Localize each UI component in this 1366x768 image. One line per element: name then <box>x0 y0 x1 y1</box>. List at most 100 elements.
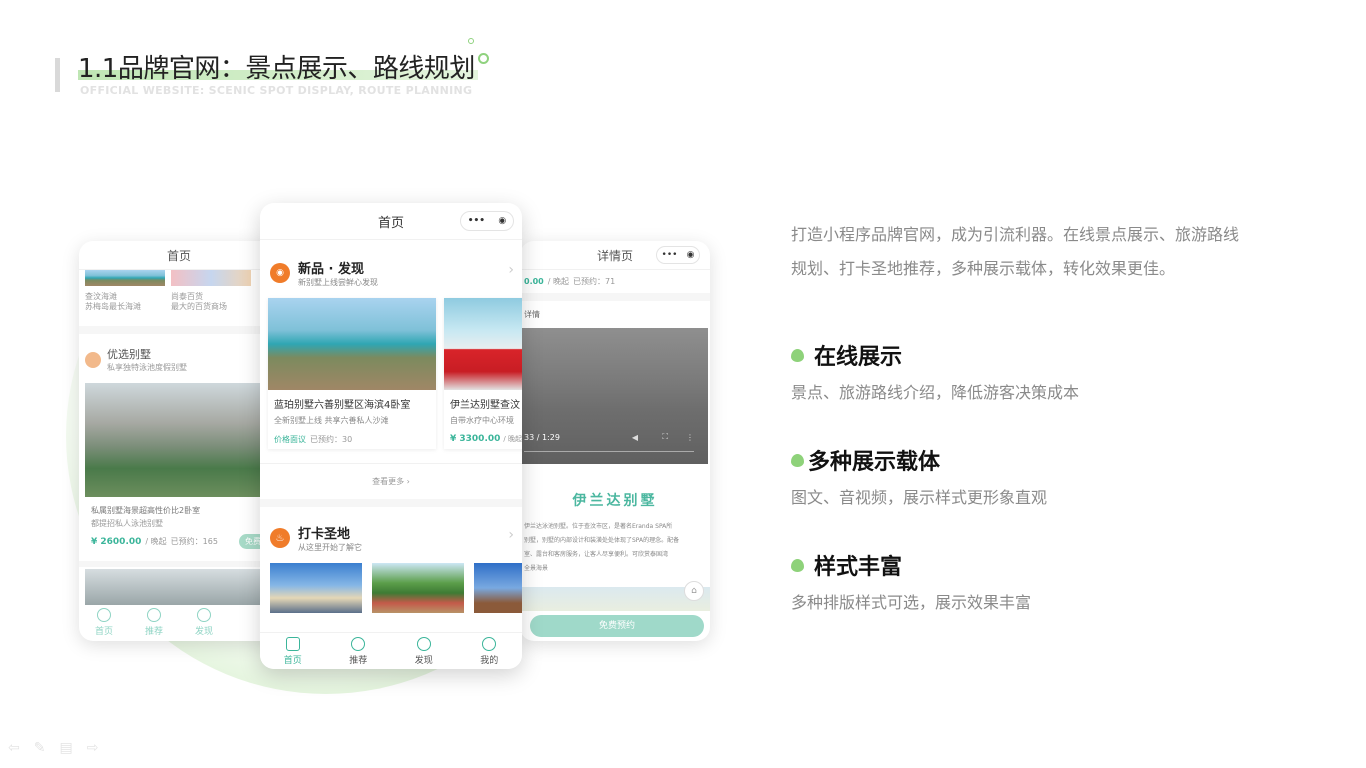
video-progress-bar[interactable] <box>524 451 694 452</box>
feature-desc: 景点、旅游路线介绍，降低游客决策成本 <box>791 383 1080 402</box>
product-card[interactable]: 伊兰达别墅查汶 自带水疗中心环境 ¥ 3300.00 / 晚起 <box>444 298 522 449</box>
phone-left-tabbar: 首页 推荐 发现 <box>79 608 229 637</box>
detail-section-label: 详情 <box>524 310 540 319</box>
tab-recommend[interactable]: 推荐 <box>145 608 163 637</box>
section-title: 新品 · 发现 <box>298 262 364 277</box>
tab-mine[interactable]: 我的 <box>480 636 498 666</box>
chevron-right-icon[interactable]: › <box>508 527 514 543</box>
feature-rich-styles: 样式丰富 多种排版样式可选，展示效果丰富 <box>791 549 1031 613</box>
tab-home[interactable]: 首页 <box>95 608 113 637</box>
phone-right-title: 详情页 <box>596 248 633 263</box>
section-subtitle: 新别墅上线尝鲜心发现 <box>298 278 378 287</box>
leaf-bullet-icon <box>791 558 804 572</box>
card-desc: 自带水疗中心环境 <box>450 416 514 425</box>
section-subtitle: 从这里开始了解它 <box>298 543 362 552</box>
compass-icon <box>146 608 161 622</box>
villa-price: ¥ 2600.00 <box>91 536 142 547</box>
phone-center-tabbar: 首页 推荐 发现 我的 <box>260 632 522 669</box>
phone-center: 首页 ••• ◉ ◉ 新品 · 发现 新别墅上线尝鲜心发现 › 蓝珀别墅六善别墅… <box>260 203 522 669</box>
spot-photo-temple[interactable] <box>474 563 522 613</box>
eye-icon: ◉ <box>270 263 290 283</box>
chevron-right-icon[interactable]: › <box>508 262 514 278</box>
card-title: 伊兰达别墅查汶 <box>450 400 520 411</box>
villa-booked: 已预约：165 <box>170 537 218 546</box>
card-title: 查汶海滩 <box>85 292 117 301</box>
spot-photo-crowd[interactable] <box>372 563 464 613</box>
villa-photo[interactable] <box>85 383 273 497</box>
desc-line: 伊兰达泳池别墅。位于查汶市区，是著名Eranda SPA所 <box>524 523 673 530</box>
tab-discover[interactable]: 发现 <box>415 636 433 666</box>
video-player[interactable]: 33 / 1:29 ◀ ⛶ ⋮ <box>520 328 708 464</box>
mini-program-capsule[interactable]: ••• ◉ <box>460 211 514 231</box>
location-icon <box>416 636 431 651</box>
leaf-bullet-icon <box>791 348 804 362</box>
leaf-bullet-icon <box>791 453 804 467</box>
close-target-icon[interactable]: ◉ <box>687 250 695 260</box>
product-card[interactable]: 蓝珀别墅六善别墅区海滨4卧室 全新别墅上线 共享六善私人沙滩 价格面议 已预约：… <box>268 298 436 449</box>
more-icon[interactable]: ••• <box>468 216 485 226</box>
card-subtitle: 最大的百货商场 <box>171 302 227 311</box>
section-checkin-spots[interactable]: ♨ 打卡圣地 从这里开始了解它 › <box>260 507 522 563</box>
section-title: 优选别墅 <box>107 348 151 361</box>
detail-price-unit: / 晚起 <box>547 277 569 286</box>
card-price: 价格面议 <box>274 435 306 444</box>
brand-calligraphy-title: 伊兰达别墅 <box>572 493 658 509</box>
tab-recommend[interactable]: 推荐 <box>349 636 367 666</box>
free-booking-button[interactable]: 免费预约 <box>530 615 704 637</box>
feature-desc: 多种排版样式可选，展示效果丰富 <box>791 593 1032 612</box>
feature-online-display: 在线展示 景点、旅游路线介绍，降低游客决策成本 <box>791 339 1079 403</box>
phone-left-header: 首页 <box>79 241 279 270</box>
villa-red-chair-photo <box>444 298 522 390</box>
villa-desc: 都提招私人泳池别墅 <box>91 519 163 528</box>
flame-icon: ♨ <box>270 528 290 548</box>
phone-left: 首页 查汶海滩 苏梅岛最长海滩 尚泰百货 最大的百货商场 优选别墅 私享独特泳池… <box>79 241 279 641</box>
spot-photo-sunset[interactable] <box>270 563 362 613</box>
card-booked: 已预约：30 <box>310 435 353 444</box>
beach-thumbnail[interactable] <box>85 270 165 286</box>
next-arrow-icon[interactable]: ⇨ <box>87 740 99 756</box>
phone-center-header: 首页 ••• ◉ <box>260 203 522 240</box>
close-target-icon[interactable]: ◉ <box>498 216 506 226</box>
see-more-link[interactable]: 查看更多 › <box>260 463 522 499</box>
title-dot-small-decoration <box>468 38 474 44</box>
title-dot-decoration <box>478 53 489 64</box>
section-new-discover[interactable]: ◉ 新品 · 发现 新别墅上线尝鲜心发现 › <box>260 240 522 298</box>
villa-sea-photo <box>268 298 436 390</box>
phone-center-title: 首页 <box>377 215 404 231</box>
phone-right: 详情页 ••• ◉ 0.00 / 晚起 已预约：71 详情 33 / 1:29 … <box>520 241 710 641</box>
card-title: 蓝珀别墅六善别墅区海滨4卧室 <box>274 400 411 411</box>
feature-desc: 图文、音视频，展示样式更形象直观 <box>791 488 1048 507</box>
location-icon <box>196 608 211 622</box>
title-accent-bar <box>55 58 60 92</box>
crown-icon <box>85 351 101 368</box>
slideshow-toolbar: ⇦ ✎ ▤ ⇨ <box>8 740 98 756</box>
tab-home[interactable]: 首页 <box>284 636 302 666</box>
video-more-icon[interactable]: ⋮ <box>686 433 694 442</box>
desc-line: 别墅，别墅的内部设计和装潢处处体现了SPA的理念。配备 <box>524 537 680 544</box>
more-icon[interactable]: ••• <box>662 250 678 260</box>
prev-arrow-icon[interactable]: ⇦ <box>8 740 20 756</box>
phone-right-header: 详情页 ••• ◉ <box>520 241 710 270</box>
volume-icon[interactable]: ◀ <box>632 433 638 442</box>
feature-title: 多种展示载体 <box>808 450 941 475</box>
page-subtitle: OFFICIAL WEBSITE: SCENIC SPOT DISPLAY, R… <box>80 84 473 97</box>
detail-photo <box>520 587 710 611</box>
section-title: 打卡圣地 <box>298 527 351 542</box>
card-subtitle: 苏梅岛最长海滩 <box>85 302 141 311</box>
user-icon <box>482 636 497 651</box>
fullscreen-icon[interactable]: ⛶ <box>662 432 668 442</box>
feature-multi-carrier: 多种展示载体 图文、音视频，展示样式更形象直观 <box>791 444 1047 508</box>
mini-program-capsule[interactable]: ••• ◉ <box>656 246 700 264</box>
tab-discover[interactable]: 发现 <box>195 608 213 637</box>
home-float-icon[interactable]: ⌂ <box>684 581 704 601</box>
card-title: 尚泰百货 <box>171 292 203 301</box>
video-time: 33 / 1:29 <box>524 433 560 442</box>
phone-left-title: 首页 <box>166 248 191 263</box>
mall-thumbnail[interactable] <box>171 270 251 286</box>
page-title: 1.1品牌官网：景点展示、路线规划 <box>78 54 475 84</box>
villa-photo-2[interactable] <box>85 569 273 605</box>
menu-icon[interactable]: ▤ <box>59 740 72 756</box>
card-price-unit: / 晚起 <box>503 435 522 443</box>
card-desc: 全新别墅上线 共享六善私人沙滩 <box>274 416 389 425</box>
pen-icon[interactable]: ✎ <box>34 740 46 756</box>
